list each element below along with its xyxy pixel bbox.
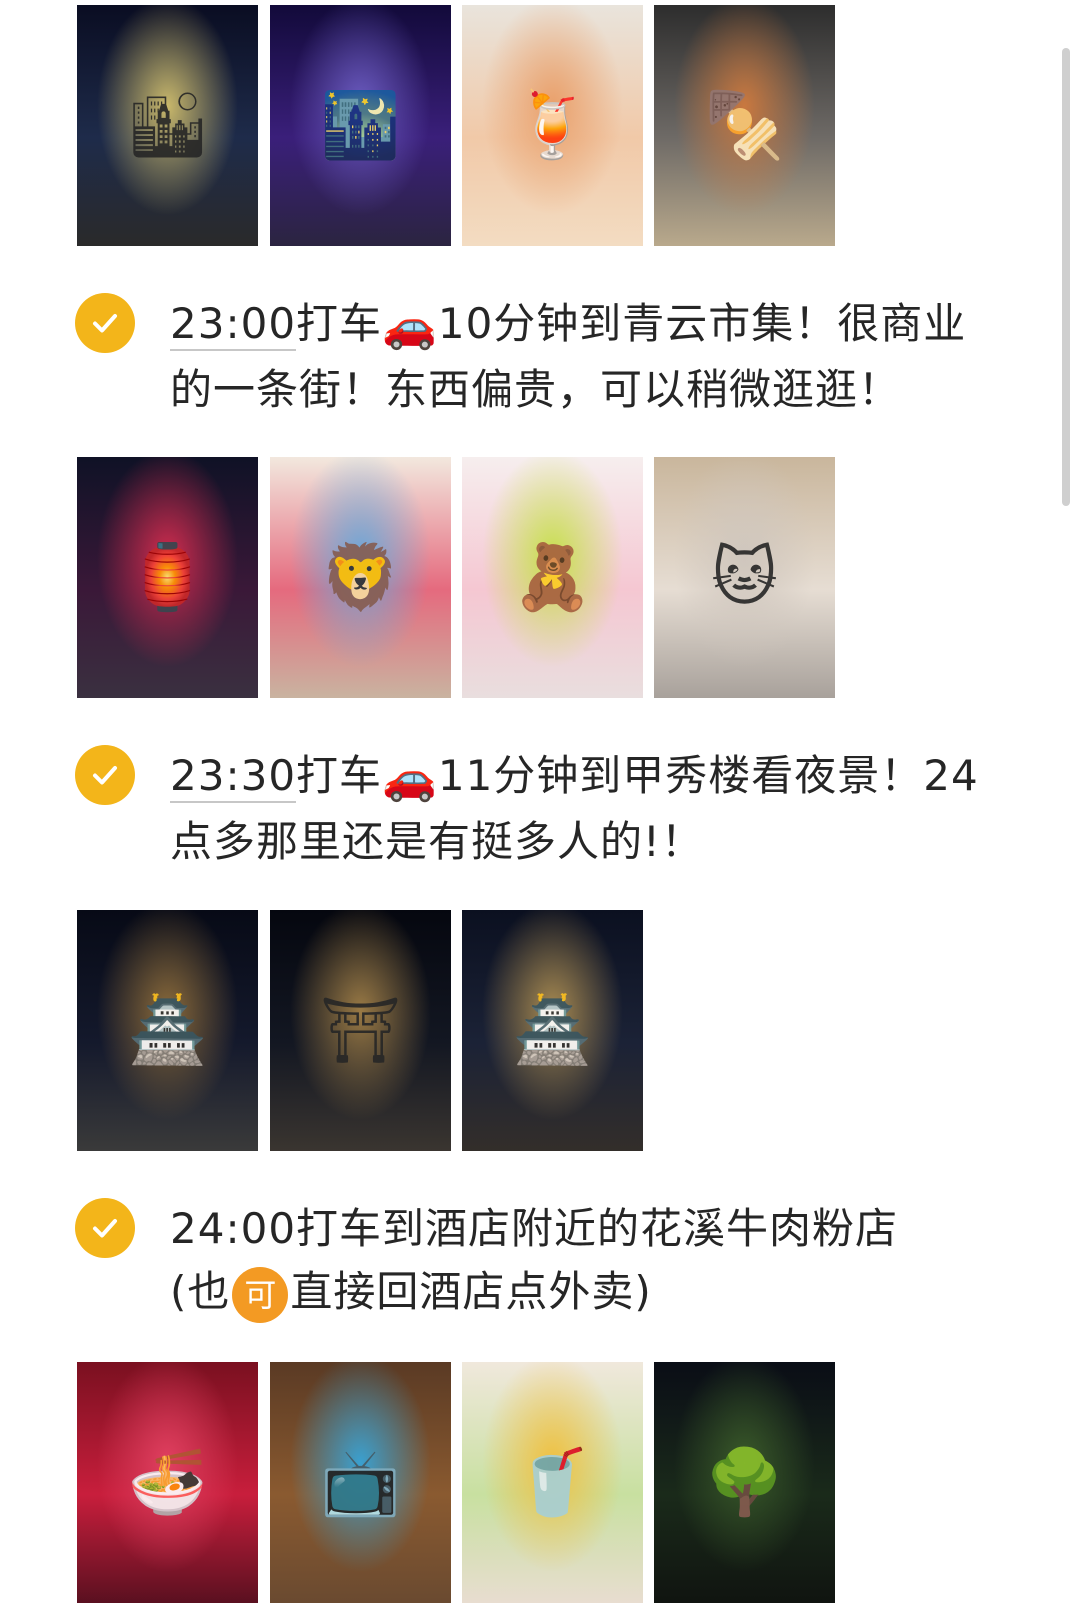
pavilion-night-photo: 🏯 [512,993,593,1068]
itinerary-note-2400: 24:00打车到酒店附近的花溪牛肉粉店 (也可直接回酒店点外卖) [170,1197,1000,1323]
night-tree-photo: 🌳 [704,1445,785,1520]
yogurt-drinks-photo: 🥤 [512,1445,593,1520]
noodle-shop-menu-photo: 🍜 [127,1445,208,1520]
pavilion-gate-photo: ⛩ [319,993,402,1068]
tv-screen-photo: 📺 [320,1445,401,1520]
itinerary-note-2300: 23:00打车🚗10分钟到青云市集！很商业的一条街！东西偏贵，可以稍微逛逛！ [170,292,1000,421]
time-label: 23:00 [170,299,297,351]
time-label: 23:30 [170,751,297,803]
photo-thumbnail[interactable]: 🦁 [270,457,451,698]
photo-thumbnail[interactable]: 📺 [270,1362,451,1603]
photo-thumbnail[interactable]: 🐱 [654,457,835,698]
photo-thumbnail[interactable]: 🌳 [654,1362,835,1603]
jiaxiu-pavilion-photo: 🏯 [127,993,208,1068]
itinerary-note-2330: 23:30打车🚗11分钟到甲秀楼看夜景！24点多那里还是有挺多人的!！ [170,744,1000,873]
check-circle-icon [75,293,135,353]
photo-thumbnail[interactable]: 🍢 [654,5,835,246]
neon-street-photo: 🌃 [320,88,401,163]
photo-thumbnail[interactable]: 🏯 [462,910,643,1151]
note-text: 打车 [296,299,383,348]
photo-thumbnail[interactable]: 🏙 [77,5,258,246]
plush-shop-photo: 🧸 [512,540,593,615]
lion-toys-photo: 🦁 [320,540,401,615]
vertical-scrollbar[interactable] [1062,48,1070,506]
photo-thumbnail[interactable]: 🧸 [462,457,643,698]
photo-thumbnail[interactable]: 🍹 [462,5,643,246]
photo-thumbnail[interactable]: 🌃 [270,5,451,246]
cat-photo: 🐱 [711,540,778,615]
photo-thumbnail[interactable]: ⛩ [270,910,451,1151]
note-text: 直接回酒店点外卖) [290,1267,652,1316]
note-text: 24:00打车到酒店附近的花溪牛肉粉店 [170,1204,899,1253]
check-circle-icon [75,745,135,805]
photo-thumbnail[interactable]: 🏯 [77,910,258,1151]
market-street-photo: 🏮 [127,540,208,615]
check-circle-icon [75,1198,135,1258]
note-text: 打车 [296,751,383,800]
night-street-photo: 🏙 [126,88,209,163]
car-icon: 🚗 [382,753,438,804]
ke-badge-icon: 可 [232,1267,289,1323]
note-text: (也 [170,1267,231,1316]
cocktail-drinks-photo: 🍹 [512,88,593,163]
car-icon: 🚗 [382,301,438,352]
grill-food-photo: 🍢 [704,88,785,163]
photo-thumbnail[interactable]: 🏮 [77,457,258,698]
photo-thumbnail[interactable]: 🥤 [462,1362,643,1603]
photo-thumbnail[interactable]: 🍜 [77,1362,258,1603]
